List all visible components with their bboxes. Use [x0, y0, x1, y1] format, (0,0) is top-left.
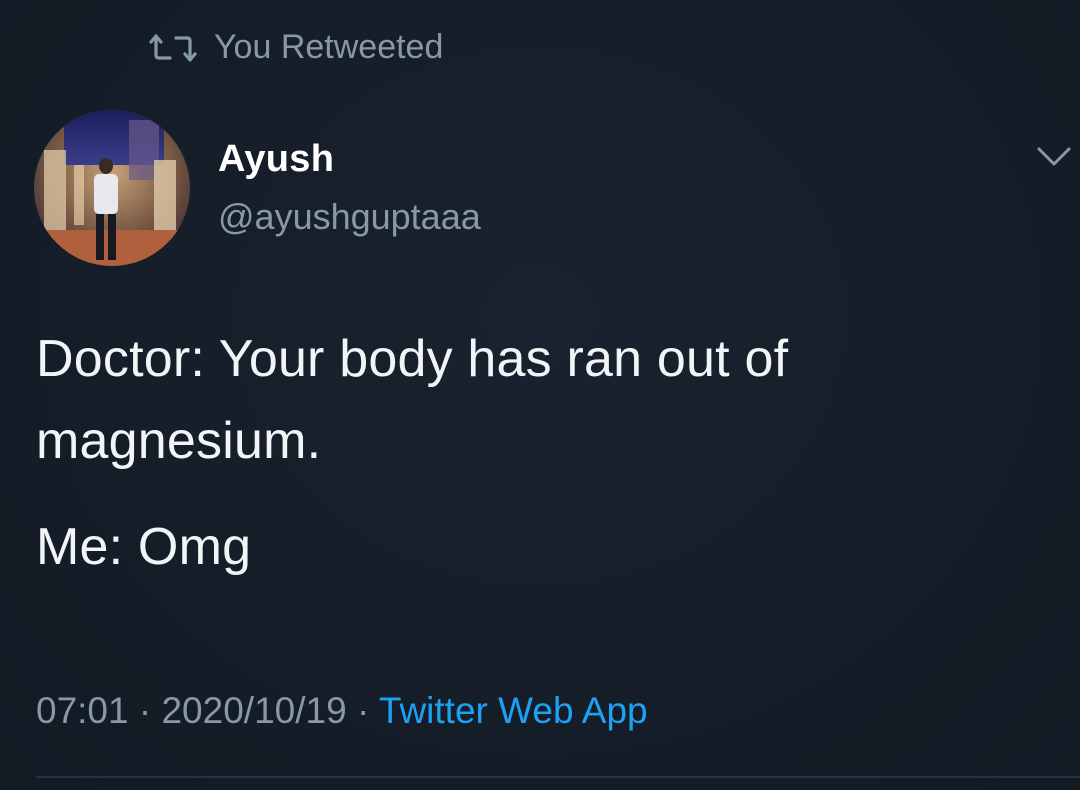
- tweet-line-me: Me: Omg: [36, 518, 252, 576]
- chevron-down-icon[interactable]: [1036, 146, 1072, 168]
- tweet-source-link[interactable]: Twitter Web App: [379, 690, 648, 731]
- tweet-meta: 07:01 · 2020/10/19 · Twitter Web App: [36, 690, 648, 732]
- meta-separator: ·: [356, 690, 370, 731]
- tweet-text: Doctor: Your body has ran out of magnesi…: [36, 318, 1036, 588]
- retweet-context[interactable]: You Retweeted: [148, 28, 443, 67]
- tweet-date[interactable]: 2020/10/19: [161, 690, 346, 731]
- avatar[interactable]: [34, 110, 190, 266]
- retweet-icon: [148, 33, 198, 63]
- tweet-line-doctor: Doctor: Your body has ran out of magnesi…: [36, 330, 789, 470]
- tweet-card[interactable]: You Retweeted Ayush @ayushguptaaa Doctor…: [0, 0, 1080, 790]
- tweet-time[interactable]: 07:01: [36, 690, 129, 731]
- divider: [36, 776, 1080, 778]
- author-handle[interactable]: @ayushguptaaa: [218, 196, 481, 238]
- author-name[interactable]: Ayush: [218, 138, 334, 181]
- retweet-label: You Retweeted: [214, 28, 444, 66]
- meta-separator: ·: [138, 690, 152, 731]
